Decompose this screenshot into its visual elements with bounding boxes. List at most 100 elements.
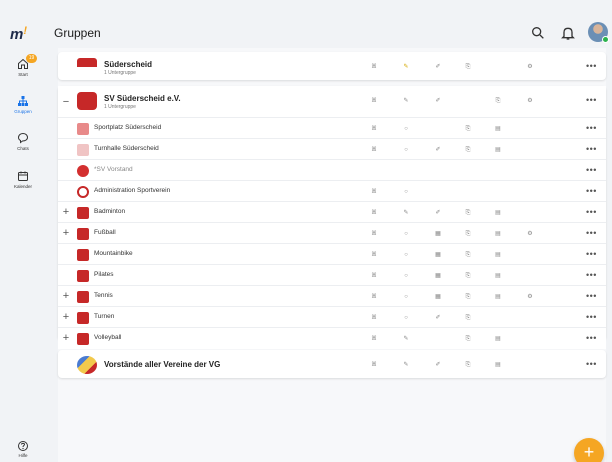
- subgroup-row-administration[interactable]: Administration Sportverein ꕤ ○ •••: [58, 182, 606, 202]
- chat-icon[interactable]: ○: [402, 293, 410, 301]
- subgroup-row-volleyball[interactable]: + Volleyball ꕤ ✎ ⎘ ▤ •••: [58, 329, 606, 349]
- more-icon[interactable]: •••: [586, 207, 597, 217]
- chat-icon[interactable]: ○: [402, 251, 410, 259]
- chat-icon[interactable]: ○: [402, 314, 410, 322]
- chat-icon[interactable]: ✎: [402, 97, 410, 105]
- more-icon[interactable]: •••: [586, 312, 597, 322]
- subgroup-row-turnen[interactable]: + Turnen ꕤ ○ ✐ ⎘ •••: [58, 308, 606, 328]
- members-icon[interactable]: ꕤ: [370, 272, 378, 280]
- subgroup-row-pilates[interactable]: Pilates ꕤ ○ ▦ ⎘ ▤ •••: [58, 266, 606, 286]
- more-icon[interactable]: •••: [586, 144, 597, 154]
- edit-icon[interactable]: ✐: [434, 361, 442, 369]
- files-icon[interactable]: ⎘: [464, 230, 472, 238]
- edit-icon[interactable]: ✐: [434, 314, 442, 322]
- more-icon[interactable]: •••: [586, 186, 597, 196]
- bell-icon[interactable]: [560, 25, 576, 41]
- members-icon[interactable]: ꕤ: [370, 335, 378, 343]
- chat-icon[interactable]: ✎: [402, 335, 410, 343]
- nav-gruppen[interactable]: Gruppen: [0, 95, 46, 114]
- calendar-icon[interactable]: ▦: [434, 230, 442, 238]
- expand-icon[interactable]: +: [61, 311, 71, 323]
- settings-icon[interactable]: ⚙: [526, 293, 534, 301]
- files-icon[interactable]: ⎘: [464, 251, 472, 259]
- subgroup-row-vorstand[interactable]: *SV Vorstand •••: [58, 161, 606, 181]
- expand-icon[interactable]: +: [61, 227, 71, 239]
- chat-icon[interactable]: ○: [402, 230, 410, 238]
- files-icon[interactable]: ⎘: [464, 125, 472, 133]
- group-card-suederscheid[interactable]: Süderscheid 1 Untergruppe ꕤ ✎ ✐ ⎘ ⚙ •••: [58, 52, 606, 80]
- edit-icon[interactable]: ✐: [434, 63, 442, 71]
- more-icon[interactable]: •••: [586, 291, 597, 301]
- files-icon[interactable]: ⎘: [464, 63, 472, 71]
- more-icon[interactable]: •••: [586, 61, 597, 71]
- members-icon[interactable]: ꕤ: [370, 209, 378, 217]
- members-icon[interactable]: ꕤ: [370, 146, 378, 154]
- more-icon[interactable]: •••: [586, 228, 597, 238]
- more-icon[interactable]: •••: [586, 359, 597, 369]
- files-icon[interactable]: ⎘: [464, 314, 472, 322]
- docs-icon[interactable]: ▤: [494, 230, 502, 238]
- calendar-icon[interactable]: ▦: [434, 272, 442, 280]
- subgroup-row-fussball[interactable]: + Fußball ꕤ ○ ▦ ⎘ ▤ ⚙ •••: [58, 224, 606, 244]
- subgroup-row-badminton[interactable]: + Badminton ꕤ ✎ ✐ ⎘ ▤ •••: [58, 203, 606, 223]
- members-icon[interactable]: ꕤ: [370, 314, 378, 322]
- subgroup-row-tennis[interactable]: + Tennis ꕤ ○ ▦ ⎘ ▤ ⚙ •••: [58, 287, 606, 307]
- group-card-vorstaende[interactable]: Vorstände aller Vereine der VG ꕤ ✎ ✐ ⎘ ▤…: [58, 350, 606, 378]
- add-group-button[interactable]: +: [574, 438, 604, 462]
- docs-icon[interactable]: ▤: [494, 293, 502, 301]
- search-icon[interactable]: [530, 25, 546, 41]
- expand-icon[interactable]: +: [61, 290, 71, 302]
- more-icon[interactable]: •••: [586, 95, 597, 105]
- chat-icon[interactable]: ○: [402, 125, 410, 133]
- more-icon[interactable]: •••: [586, 333, 597, 343]
- members-icon[interactable]: ꕤ: [370, 361, 378, 369]
- more-icon[interactable]: •••: [586, 165, 597, 175]
- docs-icon[interactable]: ▤: [494, 125, 502, 133]
- nav-kalender[interactable]: Kalender: [0, 170, 46, 189]
- members-icon[interactable]: ꕤ: [370, 125, 378, 133]
- chat-icon[interactable]: ○: [402, 272, 410, 280]
- nav-start[interactable]: Start 19: [0, 54, 46, 77]
- settings-icon[interactable]: ⚙: [526, 97, 534, 105]
- docs-icon[interactable]: ▤: [494, 209, 502, 217]
- chat-icon[interactable]: ✎: [402, 63, 410, 71]
- group-row-sv[interactable]: − SV Süderscheid e.V. 1 Untergruppe ꕤ ✎ …: [58, 86, 606, 118]
- members-icon[interactable]: ꕤ: [370, 63, 378, 71]
- members-icon[interactable]: ꕤ: [370, 97, 378, 105]
- members-icon[interactable]: ꕤ: [370, 293, 378, 301]
- members-icon[interactable]: ꕤ: [370, 230, 378, 238]
- files-icon[interactable]: ⎘: [464, 361, 472, 369]
- user-avatar[interactable]: [588, 22, 609, 43]
- files-icon[interactable]: ⎘: [464, 272, 472, 280]
- settings-icon[interactable]: ⚙: [526, 230, 534, 238]
- docs-icon[interactable]: ▤: [494, 335, 502, 343]
- help-button[interactable]: Hilfe: [16, 440, 30, 458]
- files-icon[interactable]: ⎘: [464, 209, 472, 217]
- more-icon[interactable]: •••: [586, 249, 597, 259]
- more-icon[interactable]: •••: [586, 270, 597, 280]
- more-icon[interactable]: •••: [586, 123, 597, 133]
- chat-icon[interactable]: ✎: [402, 209, 410, 217]
- nav-chats[interactable]: Chats: [0, 132, 46, 151]
- chat-icon[interactable]: ○: [402, 146, 410, 154]
- subgroup-row-mountainbike[interactable]: Mountainbike ꕤ ○ ▦ ⎘ ▤ •••: [58, 245, 606, 265]
- expand-icon[interactable]: +: [61, 206, 71, 218]
- members-icon[interactable]: ꕤ: [370, 251, 378, 259]
- files-icon[interactable]: ⎘: [464, 146, 472, 154]
- docs-icon[interactable]: ▤: [494, 272, 502, 280]
- app-logo[interactable]: m!: [10, 25, 36, 44]
- subgroup-row-turnhalle[interactable]: Turnhalle Süderscheid ꕤ ○ ✐ ⎘ ▤ •••: [58, 140, 606, 160]
- expand-icon[interactable]: +: [61, 332, 71, 344]
- files-icon[interactable]: ⎘: [464, 293, 472, 301]
- files-icon[interactable]: ⎘: [464, 335, 472, 343]
- edit-icon[interactable]: ✐: [434, 146, 442, 154]
- calendar-icon[interactable]: ▦: [434, 251, 442, 259]
- docs-icon[interactable]: ▤: [494, 251, 502, 259]
- docs-icon[interactable]: ▤: [494, 361, 502, 369]
- docs-icon[interactable]: ▤: [494, 146, 502, 154]
- settings-icon[interactable]: ⚙: [526, 63, 534, 71]
- subgroup-row-sportplatz[interactable]: Sportplatz Süderscheid ꕤ ○ ⎘ ▤ •••: [58, 119, 606, 139]
- edit-icon[interactable]: ✐: [434, 97, 442, 105]
- chat-icon[interactable]: ✎: [402, 361, 410, 369]
- calendar-icon[interactable]: ▦: [434, 293, 442, 301]
